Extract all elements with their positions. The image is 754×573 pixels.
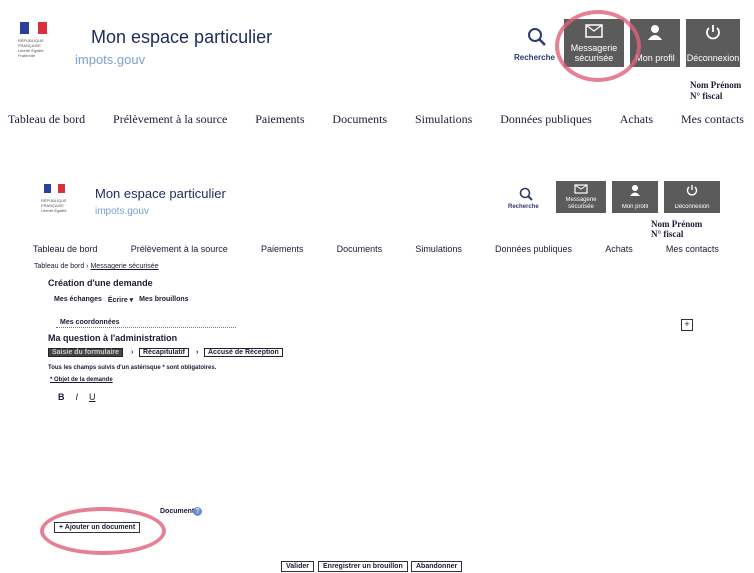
step-separator: › bbox=[131, 349, 134, 356]
page-logout-button[interactable]: Déconnexion bbox=[664, 181, 720, 213]
page-logout-label: Déconnexion bbox=[674, 204, 710, 210]
step-separator: › bbox=[196, 349, 199, 356]
nav-item-documents[interactable]: Documents bbox=[332, 112, 387, 127]
italic-button[interactable]: I bbox=[76, 392, 79, 402]
page-search-button[interactable]: Recherche bbox=[508, 186, 548, 216]
page-profile-button[interactable]: Mon profil bbox=[612, 181, 658, 213]
nav-item-paiements[interactable]: Paiements bbox=[255, 112, 304, 127]
user-icon bbox=[648, 25, 662, 40]
page-user-name: Nom Prénom bbox=[651, 219, 703, 229]
nav-item-contacts[interactable]: Mes contacts bbox=[681, 112, 744, 127]
tab-drafts[interactable]: Mes brouillons bbox=[139, 296, 188, 304]
logout-button[interactable]: Déconnexion bbox=[686, 19, 740, 67]
user-name: Nom Prénom bbox=[690, 80, 742, 90]
page-messagerie-button[interactable]: Messagerie sécurisée bbox=[556, 181, 606, 213]
republique-text: RÉPUBLIQUE FRANÇAISE Liberté Égalité Frater… bbox=[18, 38, 44, 58]
nav-item-dashboard[interactable]: Tableau de bord bbox=[33, 244, 98, 254]
validate-button[interactable]: Valider bbox=[281, 561, 314, 572]
nav-item-donnees[interactable]: Données publiques bbox=[500, 112, 592, 127]
breadcrumb-home[interactable]: Tableau de bord bbox=[34, 263, 84, 270]
search-icon bbox=[528, 28, 546, 46]
expand-icon[interactable]: + bbox=[681, 319, 693, 331]
object-label[interactable]: * Objet de la demande bbox=[50, 377, 113, 383]
page-main-nav: Tableau de bord Prélèvement à la source … bbox=[33, 244, 719, 254]
page-app-subtitle[interactable]: impots.gouv bbox=[95, 206, 149, 217]
search-button[interactable]: Recherche bbox=[514, 26, 558, 66]
nav-item-documents[interactable]: Documents bbox=[337, 244, 383, 254]
mail-icon bbox=[574, 184, 588, 194]
underline-button[interactable]: U bbox=[89, 392, 96, 402]
logout-label: Déconnexion bbox=[686, 53, 740, 63]
step-summary: Récapitulatif bbox=[139, 348, 190, 357]
page-messagerie-label: Messagerie sécurisée bbox=[565, 197, 597, 210]
breadcrumb-separator: › bbox=[86, 263, 89, 270]
page-heading: Création d'une demande bbox=[48, 278, 153, 288]
fiscal-number: N° fiscal bbox=[690, 91, 723, 101]
app-title: Mon espace particulier bbox=[91, 27, 273, 47]
nav-item-simulations[interactable]: Simulations bbox=[415, 112, 472, 127]
marianne-logo bbox=[20, 22, 47, 34]
user-icon bbox=[630, 185, 640, 196]
question-title: Ma question à l'administration bbox=[48, 333, 178, 343]
abandon-button[interactable]: Abandonner bbox=[411, 561, 463, 572]
tab-write[interactable]: Écrire ▾ bbox=[108, 296, 133, 304]
nav-item-prelevement[interactable]: Prélèvement à la source bbox=[113, 112, 227, 127]
page-profile-label: Mon profil bbox=[621, 204, 649, 210]
breadcrumb: Tableau de bord › Messagerie sécurisée bbox=[34, 263, 159, 270]
nav-item-donnees[interactable]: Données publiques bbox=[495, 244, 572, 254]
message-tabs: Mes échanges Écrire ▾ Mes brouillons bbox=[54, 296, 189, 304]
breadcrumb-current[interactable]: Messagerie sécurisée bbox=[90, 263, 158, 270]
step-form: Saisie du formulaire bbox=[48, 348, 123, 357]
highlight-messagerie bbox=[555, 10, 641, 82]
marianne-logo-small bbox=[44, 184, 65, 193]
page-fiscal-number: N° fiscal bbox=[651, 229, 684, 239]
coords-title: Mes coordonnées bbox=[60, 319, 120, 326]
format-toolbar: B I U bbox=[58, 392, 96, 402]
power-icon bbox=[686, 185, 698, 196]
search-icon bbox=[519, 187, 533, 201]
nav-item-simulations[interactable]: Simulations bbox=[415, 244, 462, 254]
coords-divider bbox=[56, 327, 236, 328]
nav-item-achats[interactable]: Achats bbox=[620, 112, 653, 127]
bold-button[interactable]: B bbox=[58, 392, 65, 402]
tab-exchanges[interactable]: Mes échanges bbox=[54, 296, 102, 304]
power-icon bbox=[706, 25, 720, 40]
app-subtitle[interactable]: impots.gouv bbox=[75, 52, 145, 67]
nav-item-contacts[interactable]: Mes contacts bbox=[666, 244, 719, 254]
required-note: Tous les champs suivis d'un astérisque *… bbox=[48, 365, 217, 371]
search-label: Recherche bbox=[514, 53, 555, 62]
republique-text-small: RÉPUBLIQUE FRANÇAISE Liberté Égalité bbox=[41, 198, 67, 213]
help-icon[interactable]: ? bbox=[193, 507, 202, 516]
step-receipt: Accusé de Réception bbox=[204, 348, 283, 357]
nav-item-prelevement[interactable]: Prélèvement à la source bbox=[131, 244, 228, 254]
nav-item-achats[interactable]: Achats bbox=[605, 244, 633, 254]
page-search-label: Recherche bbox=[508, 204, 539, 210]
highlight-add-document bbox=[40, 507, 166, 555]
save-draft-button[interactable]: Enregistrer un brouillon bbox=[318, 561, 408, 572]
nav-item-paiements[interactable]: Paiements bbox=[261, 244, 304, 254]
nav-item-dashboard[interactable]: Tableau de bord bbox=[8, 112, 85, 127]
page-app-title: Mon espace particulier bbox=[95, 186, 226, 201]
main-nav: Tableau de bord Prélèvement à la source … bbox=[8, 112, 744, 127]
